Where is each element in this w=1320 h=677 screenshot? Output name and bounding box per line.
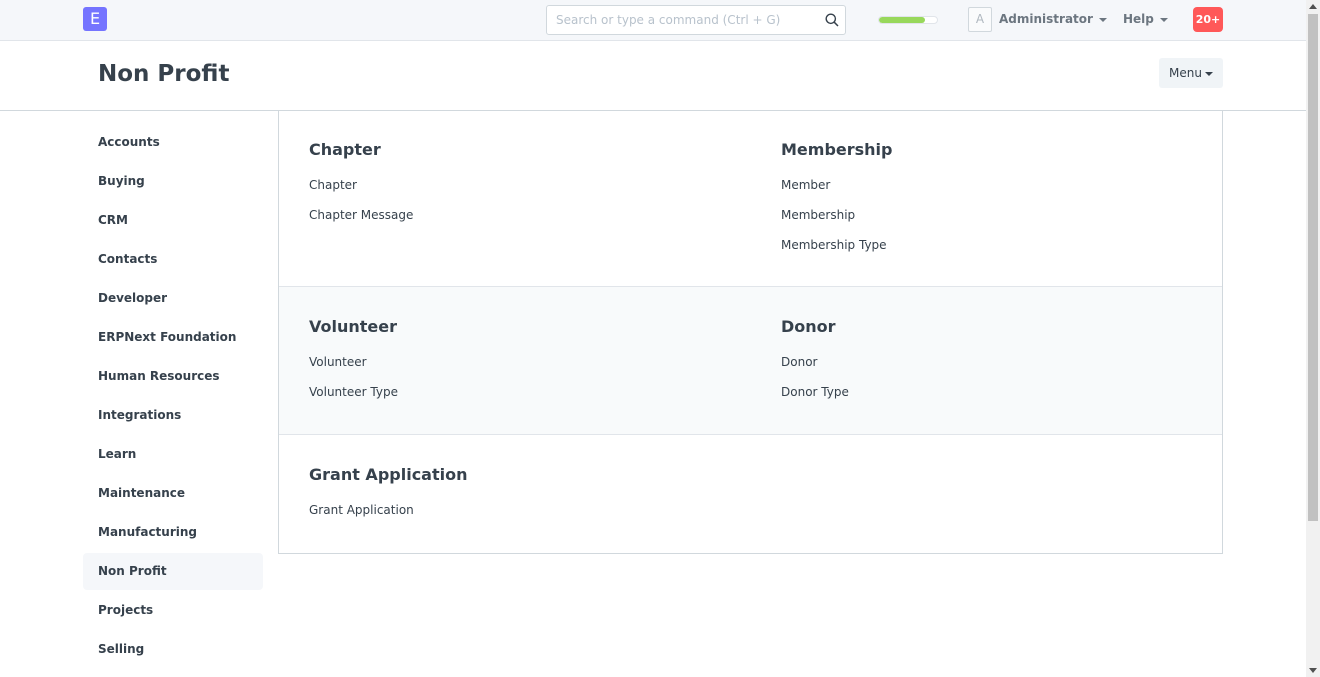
sidebar-item[interactable]: ERPNext Foundation bbox=[83, 319, 263, 356]
sidebar-item[interactable]: CRM bbox=[83, 202, 263, 239]
scrollbar[interactable] bbox=[1306, 0, 1320, 677]
module-content: Chapter Chapter Chapter Message Membership M… bbox=[278, 110, 1223, 554]
menu-button[interactable]: Menu bbox=[1159, 58, 1223, 88]
sidebar-item[interactable]: Projects bbox=[83, 592, 263, 629]
section-link[interactable]: Volunteer bbox=[309, 355, 367, 369]
scroll-up-icon[interactable] bbox=[1309, 4, 1317, 9]
sidebar-item[interactable]: Integrations bbox=[83, 397, 263, 434]
section-title: Chapter bbox=[309, 140, 381, 159]
search-icon[interactable] bbox=[825, 13, 839, 27]
sidebar-item[interactable]: Developer bbox=[83, 280, 263, 317]
sidebar-item[interactable]: Selling bbox=[83, 631, 263, 668]
module-section: Grant Application Grant Application bbox=[279, 435, 1222, 553]
section-link[interactable]: Grant Application bbox=[309, 503, 414, 517]
chevron-down-icon bbox=[1204, 71, 1213, 76]
scroll-down-icon[interactable] bbox=[1309, 668, 1317, 673]
search-input[interactable] bbox=[547, 6, 807, 34]
sidebar-item[interactable]: Learn bbox=[83, 436, 263, 473]
module-section: Volunteer Volunteer Volunteer Type Donor Don… bbox=[279, 287, 1222, 435]
section-link[interactable]: Volunteer Type bbox=[309, 385, 398, 399]
section-title: Grant Application bbox=[309, 465, 468, 484]
chevron-down-icon bbox=[1098, 17, 1107, 22]
section-link[interactable]: Chapter bbox=[309, 178, 357, 192]
progress-fill bbox=[879, 17, 926, 23]
page-head: Non Profit Menu bbox=[0, 41, 1306, 111]
user-menu-label: Administrator bbox=[999, 12, 1093, 26]
progress-bar bbox=[878, 16, 938, 24]
search-box[interactable] bbox=[546, 5, 846, 35]
section-title: Volunteer bbox=[309, 317, 398, 336]
sidebar-item[interactable]: Human Resources bbox=[83, 358, 263, 395]
module-section: Chapter Chapter Chapter Message Membership M… bbox=[279, 110, 1222, 287]
sidebar-item[interactable]: Contacts bbox=[83, 241, 263, 278]
section-link[interactable]: Membership bbox=[781, 208, 855, 222]
section-link[interactable]: Donor bbox=[781, 355, 817, 369]
help-menu-label: Help bbox=[1123, 12, 1154, 26]
user-menu[interactable]: Administrator bbox=[999, 12, 1107, 26]
navbar: E A Administrator Help 20+ bbox=[0, 0, 1306, 41]
sidebar-item[interactable]: Buying bbox=[83, 163, 263, 200]
page-title: Non Profit bbox=[98, 61, 230, 87]
sidebar-item[interactable]: Accounts bbox=[83, 124, 263, 161]
section-link[interactable]: Membership Type bbox=[781, 238, 887, 252]
scrollbar-thumb[interactable] bbox=[1308, 14, 1318, 521]
sidebar-item[interactable]: Maintenance bbox=[83, 475, 263, 512]
section-link[interactable]: Member bbox=[781, 178, 830, 192]
notification-badge[interactable]: 20+ bbox=[1193, 7, 1223, 32]
menu-button-label: Menu bbox=[1169, 66, 1202, 80]
help-menu[interactable]: Help bbox=[1123, 12, 1168, 26]
app-logo[interactable]: E bbox=[83, 7, 107, 31]
section-link[interactable]: Chapter Message bbox=[309, 208, 413, 222]
sidebar-item[interactable]: Non Profit bbox=[83, 553, 263, 590]
sidebar-item[interactable]: Manufacturing bbox=[83, 514, 263, 551]
module-sidebar: Accounts Buying CRM Contacts Developer ERPNex… bbox=[83, 124, 263, 670]
section-title: Membership bbox=[781, 140, 893, 159]
section-link[interactable]: Donor Type bbox=[781, 385, 849, 399]
section-title: Donor bbox=[781, 317, 836, 336]
avatar[interactable]: A bbox=[968, 7, 992, 32]
chevron-down-icon bbox=[1159, 17, 1168, 22]
